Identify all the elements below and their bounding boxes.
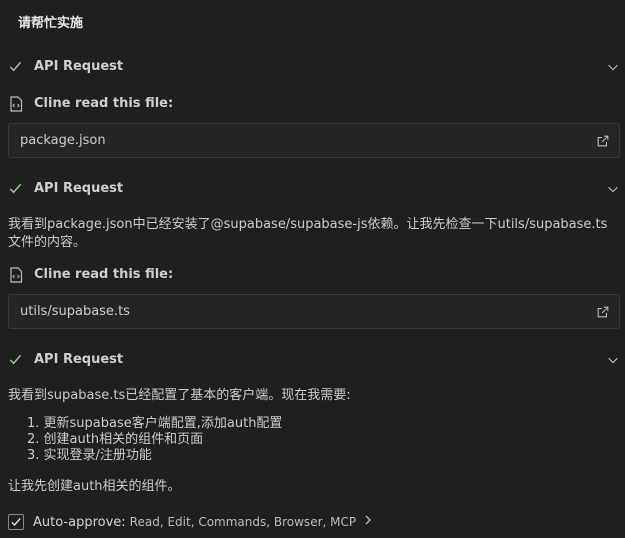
check-icon [8,59,23,74]
file-code-icon [9,96,23,112]
list-item: 3. 实现登录/注册功能 [27,448,152,463]
check-icon [11,518,21,526]
auto-approve-checkbox[interactable] [8,514,24,530]
api-request-row-1[interactable]: API Request [8,58,620,76]
file-read-label: Cline read this file: [34,96,174,111]
file-name: package.json [20,133,106,148]
file-code-icon [9,267,23,283]
chevron-right-icon[interactable] [363,514,373,530]
assistant-message: 我看到package.json中已经安装了@supabase/supabase-… [8,217,608,250]
file-read-row-2: Cline read this file: [8,266,620,284]
api-request-row-2[interactable]: API Request [8,180,620,198]
check-icon [8,181,23,196]
auto-approve-value: Read, Edit, Commands, Browser, MCP [129,515,357,529]
list-item: 1. 更新supabase客户端配置,添加auth配置 [27,416,283,431]
auto-approve-label: Auto-approve: [33,514,126,530]
chevron-down-icon[interactable] [606,353,620,367]
auto-approve-toggle[interactable]: Auto-approve: Read, Edit, Commands, Brow… [8,513,373,531]
file-read-row-1: Cline read this file: [8,95,620,113]
file-box-package-json[interactable]: package.json [8,123,620,158]
task-title: 请帮忙实施 [18,16,84,31]
assistant-message: 我看到supabase.ts已经配置了基本的客户端。现在我需要: [8,388,351,403]
link-external-icon[interactable] [596,134,610,148]
api-request-label: API Request [34,181,124,196]
list-item: 2. 创建auth相关的组件和页面 [27,432,204,447]
api-request-row-3[interactable]: API Request [8,351,620,369]
chevron-down-icon[interactable] [606,60,620,74]
link-external-icon[interactable] [596,305,610,319]
api-request-label: API Request [34,352,124,367]
assistant-message: 让我先创建auth相关的组件。 [8,479,181,494]
file-read-label: Cline read this file: [34,267,174,282]
chevron-down-icon[interactable] [606,182,620,196]
check-icon [8,352,23,367]
file-box-supabase-ts[interactable]: utils/supabase.ts [8,294,620,329]
api-request-label: API Request [34,59,124,74]
plan-list: 1. 更新supabase客户端配置,添加auth配置 2. 创建auth相关的… [27,416,282,464]
file-name: utils/supabase.ts [20,304,130,319]
